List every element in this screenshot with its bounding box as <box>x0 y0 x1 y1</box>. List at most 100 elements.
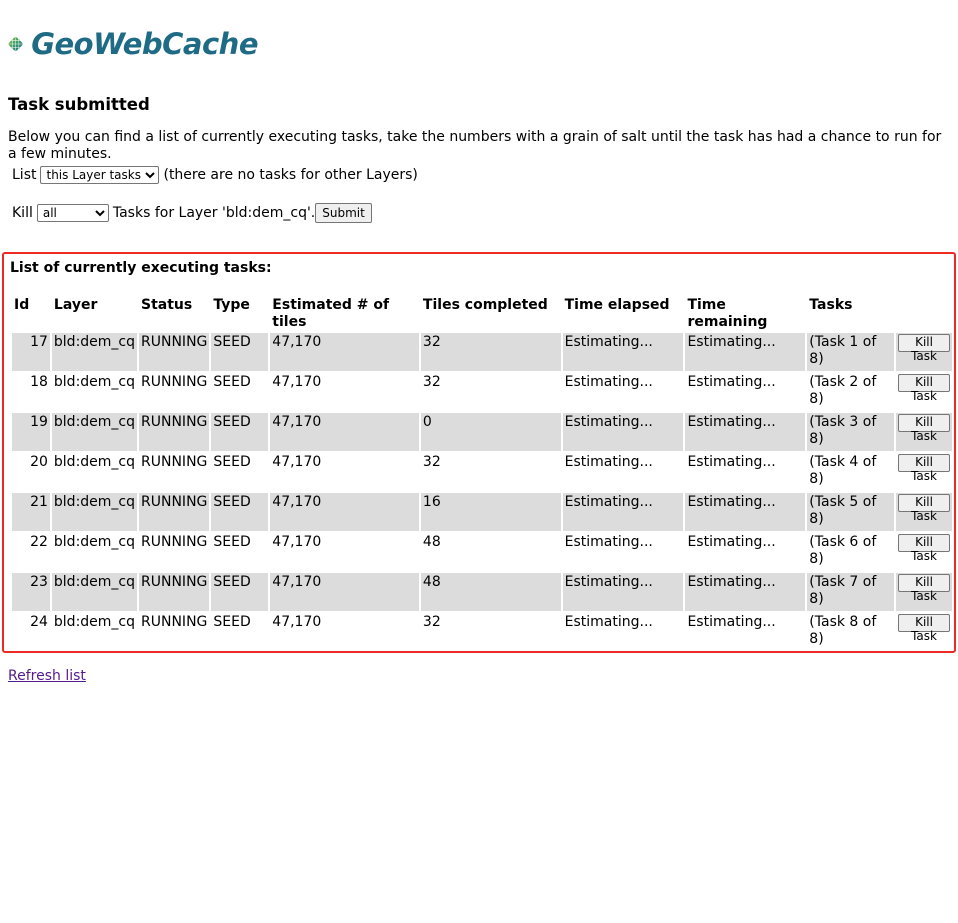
kill-suffix: Tasks for Layer 'bld:dem_cq'. <box>112 205 316 221</box>
cell-remaining: Estimating... <box>685 493 806 531</box>
cell-action: Kill Task <box>896 413 952 451</box>
cell-task: (Task 5 of 8) <box>807 493 895 531</box>
cell-task: (Task 3 of 8) <box>807 413 895 451</box>
intro-text: Below you can find a list of currently e… <box>8 129 942 162</box>
cell-task: (Task 6 of 8) <box>809 534 877 567</box>
cell-status: RUNNING <box>139 573 210 611</box>
cell-type: SEED <box>213 454 251 470</box>
table-row: 19 bld:dem_cq RUNNING SEED 47,170 0 Estimating… <box>12 413 952 451</box>
cell-type: SEED <box>211 333 269 371</box>
cell-id: 17 <box>12 333 50 371</box>
list-scope-select[interactable]: this Layer tasks <box>40 166 160 184</box>
cell-task: (Task 4 of 8) <box>809 454 877 487</box>
refresh-list-link[interactable]: Refresh list <box>8 668 86 684</box>
cell-elapsed: Estimating... <box>564 534 653 550</box>
kill-row: Kill all Tasks for Layer 'bld:dem_cq'. S… <box>12 203 372 223</box>
cell-type: SEED <box>213 374 251 390</box>
table-row: 20 bld:dem_cq RUNNING SEED 47,170 32 Estimatin… <box>12 453 952 491</box>
kill-task-button[interactable]: Kill Task <box>898 374 950 403</box>
column-header: Type <box>213 297 250 313</box>
cell-id: 19 <box>12 413 50 451</box>
kill-task-button[interactable]: Kill Task <box>898 334 950 363</box>
cell-completed: 32 <box>422 614 441 630</box>
kill-task-button[interactable]: Kill Task <box>898 414 950 443</box>
cell-remaining: Estimating... <box>685 333 806 371</box>
cell-id: 21 <box>12 493 50 531</box>
cell-estimated: 47,170 <box>270 493 419 531</box>
kill-task-button[interactable]: Kill Task <box>898 534 950 563</box>
cell-type: SEED <box>213 614 251 630</box>
cell-layer: bld:dem_cq <box>53 454 136 470</box>
cell-elapsed: Estimating... <box>564 374 653 390</box>
cell-status: RUNNING <box>141 454 208 470</box>
cell-remaining: Estimating... <box>687 534 776 550</box>
cell-id: 22 <box>30 534 48 550</box>
cell-status: RUNNING <box>139 413 210 451</box>
cell-completed: 0 <box>420 413 561 451</box>
table-row: 18 bld:dem_cq RUNNING SEED 47,170 32 Estimatin… <box>12 373 952 411</box>
cell-action: Kill Task <box>896 533 952 571</box>
cell-layer: bld:dem_cq <box>51 573 138 611</box>
table-row: 23 bld:dem_cq RUNNING SEED 47,170 48 Estimatin… <box>12 573 952 611</box>
column-header: Id <box>14 297 30 313</box>
cell-completed: 48 <box>422 534 441 550</box>
column-header: Status <box>141 297 193 313</box>
cell-action: Kill Task <box>896 493 952 531</box>
page-title: Task submitted <box>8 95 150 114</box>
column-header: Tasks <box>809 297 853 313</box>
cell-estimated: 47,170 <box>272 534 322 550</box>
cell-completed: 32 <box>420 333 561 371</box>
cell-task: (Task 2 of 8) <box>809 374 877 407</box>
cell-task: (Task 8 of 8) <box>809 614 877 647</box>
cell-action: Kill Task <box>896 453 952 491</box>
cell-elapsed: Estimating... <box>562 333 684 371</box>
tasks-panel: List of currently executing tasks: Id Lay… <box>2 252 956 653</box>
kill-task-button[interactable]: Kill Task <box>898 454 950 483</box>
geowebcache-logo: GeoWebCache <box>8 8 258 80</box>
cell-elapsed: Estimating... <box>562 413 684 451</box>
kill-task-button[interactable]: Kill Task <box>898 494 950 523</box>
kill-scope-select[interactable]: all <box>36 204 109 222</box>
cell-action: Kill Task <box>896 333 952 371</box>
cell-status: RUNNING <box>139 493 210 531</box>
table-row: 17 bld:dem_cq RUNNING SEED 47,170 32 Estimatin… <box>12 333 952 371</box>
kill-label: Kill <box>12 205 33 221</box>
cell-estimated: 47,170 <box>272 614 322 630</box>
table-row: 22 bld:dem_cq RUNNING SEED 47,170 48 Estimatin… <box>12 533 952 571</box>
cell-action: Kill Task <box>896 613 952 651</box>
table-row: 21 bld:dem_cq RUNNING SEED 47,170 16 Estimatin… <box>12 493 952 531</box>
cell-action: Kill Task <box>896 573 952 611</box>
kill-task-button[interactable]: Kill Task <box>898 574 950 603</box>
cell-task: (Task 7 of 8) <box>807 573 895 611</box>
tasks-panel-title: List of currently executing tasks: <box>10 260 272 276</box>
cell-type: SEED <box>211 413 269 451</box>
cell-id: 20 <box>30 454 48 470</box>
kill-task-button[interactable]: Kill Task <box>898 614 950 643</box>
cell-type: SEED <box>211 493 269 531</box>
cell-estimated: 47,170 <box>270 413 419 451</box>
cell-elapsed: Estimating... <box>564 614 653 630</box>
globe-icon <box>8 36 23 52</box>
column-header-actions <box>896 297 952 331</box>
cell-layer: bld:dem_cq <box>51 493 138 531</box>
cell-elapsed: Estimating... <box>564 454 653 470</box>
cell-status: RUNNING <box>141 534 208 550</box>
cell-remaining: Estimating... <box>687 454 776 470</box>
cell-estimated: 47,170 <box>272 454 322 470</box>
list-note: (there are no tasks for other Layers) <box>163 167 418 183</box>
cell-layer: bld:dem_cq <box>51 333 138 371</box>
list-label: List <box>12 167 37 183</box>
tasks-table: Id Layer Status Type Estimated # of tiles Til… <box>10 295 954 653</box>
cell-estimated: 47,170 <box>270 333 419 371</box>
column-header: Estimated # of tiles <box>272 297 390 330</box>
cell-id: 23 <box>12 573 50 611</box>
cell-estimated: 47,170 <box>272 374 322 390</box>
logo-text: GeoWebCache <box>31 27 258 61</box>
column-header: Layer <box>53 297 98 313</box>
cell-task: (Task 1 of 8) <box>807 333 895 371</box>
cell-id: 24 <box>30 614 48 630</box>
cell-elapsed: Estimating... <box>562 573 684 611</box>
submit-button[interactable]: Submit <box>315 203 372 223</box>
cell-status: RUNNING <box>139 333 210 371</box>
cell-type: SEED <box>213 534 251 550</box>
